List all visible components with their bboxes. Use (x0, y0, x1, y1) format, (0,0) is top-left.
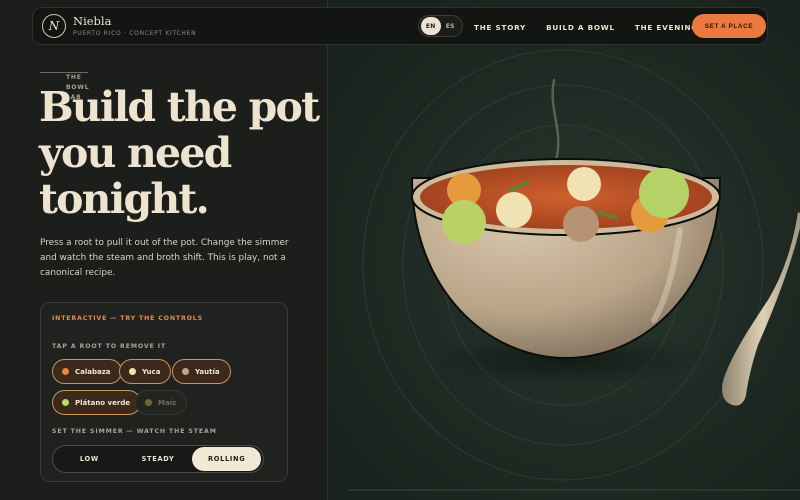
controls-card: INTERACTIVE — TRY THE CONTROLS TAP A ROO… (40, 302, 288, 482)
root-label: Calabaza (75, 367, 111, 376)
root-label: Yautía (195, 367, 220, 376)
root-label: Yuca (142, 367, 161, 376)
simmer-control: LOW STEADY ROLLING (52, 445, 264, 473)
simmer-low[interactable]: LOW (55, 447, 124, 471)
root-chip-platano-verde[interactable]: Plátano verde (52, 390, 142, 415)
page-title: Build the pot you need tonight. (39, 83, 320, 223)
root-dot (62, 399, 69, 406)
nav-build-a-bowl[interactable]: BUILD A BOWL (546, 23, 615, 32)
bowl-stage (327, 0, 800, 500)
controls-title: INTERACTIVE — TRY THE CONTROLS (52, 315, 203, 322)
set-a-place-button[interactable]: SET A PLACE (692, 14, 766, 38)
root-dot (182, 368, 189, 375)
nav-the-evening[interactable]: THE EVENING (635, 23, 698, 32)
brand-tagline: PUERTO RICO · CONCEPT KITCHEN (73, 30, 197, 37)
root-chip-yautia[interactable]: Yautía (172, 359, 231, 384)
brand-name[interactable]: Niebla (73, 15, 196, 28)
top-nav: N Niebla PUERTO RICO · CONCEPT KITCHEN E… (32, 7, 768, 45)
root-chip-calabaza[interactable]: Calabaza (52, 359, 122, 384)
roots-label: TAP A ROOT TO REMOVE IT (52, 343, 167, 350)
lang-en[interactable]: EN (421, 17, 441, 35)
nav-the-story[interactable]: THE STORY (474, 23, 526, 32)
root-dot (145, 399, 152, 406)
spoon (722, 212, 800, 406)
bowl-illustration (348, 49, 800, 491)
root-chip-maiz[interactable]: Maíz (135, 390, 188, 415)
lang-es[interactable]: ES (441, 17, 461, 35)
root-dot (129, 368, 136, 375)
simmer-label: SET THE SIMMER — WATCH THE STEAM (52, 428, 217, 435)
brand: Niebla PUERTO RICO · CONCEPT KITCHEN (73, 15, 197, 38)
intro-text: Press a root to pull it out of the pot. … (40, 238, 289, 278)
root-dot (62, 368, 69, 375)
brand-logo[interactable]: N (42, 14, 66, 38)
root-label: Plátano verde (75, 398, 131, 407)
main-nav: THE STORY BUILD A BOWL THE EVENING (474, 8, 718, 46)
root-label: Maíz (158, 398, 177, 407)
simmer-rolling[interactable]: ROLLING (192, 447, 262, 471)
root-chip-yuca[interactable]: Yuca (119, 359, 172, 384)
language-toggle: EN ES (418, 15, 463, 37)
simmer-steady[interactable]: STEADY (124, 447, 193, 471)
